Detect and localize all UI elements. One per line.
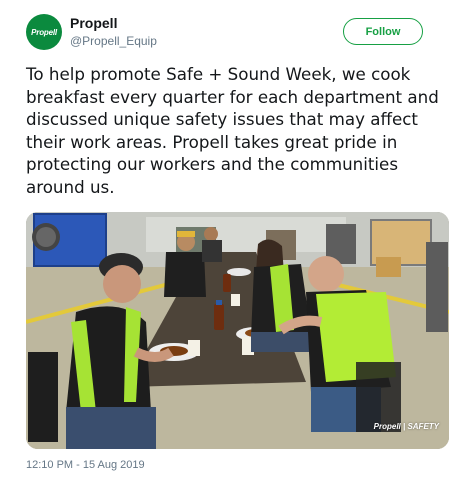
display-name[interactable]: Propell (70, 15, 117, 31)
breakfast-photo-illustration (26, 212, 449, 449)
tweet-text: To help promote Safe + Sound Week, we co… (26, 64, 439, 197)
avatar-logo-text: Propell (31, 27, 57, 37)
follow-button[interactable]: Follow (343, 18, 423, 45)
tweet-photo[interactable]: Propell | SAFETY (26, 212, 449, 449)
tweet-timestamp[interactable]: 12:10 PM - 15 Aug 2019 (26, 459, 145, 471)
photo-watermark: Propell | SAFETY (373, 422, 439, 431)
tweet-card: Propell Propell @Propell_Equip Follow To… (0, 0, 470, 484)
avatar[interactable]: Propell (26, 14, 62, 50)
user-handle[interactable]: @Propell_Equip (70, 34, 157, 48)
